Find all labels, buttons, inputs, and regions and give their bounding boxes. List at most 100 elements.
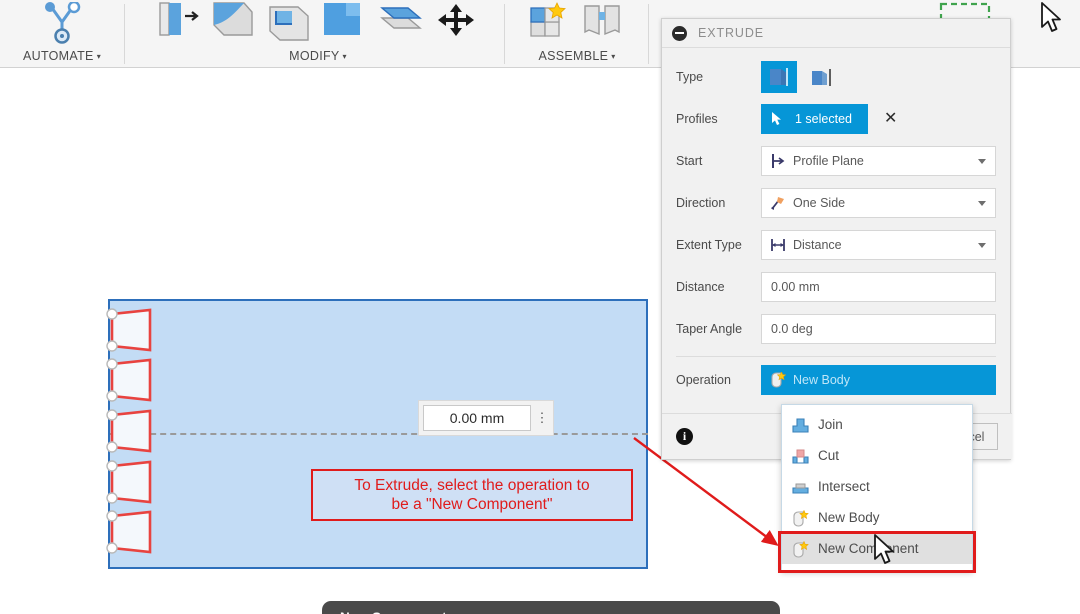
row-profiles: Profiles 1 selected ✕ [676, 98, 996, 140]
new-body-icon [792, 509, 809, 527]
app-window: AUTOMATE ▾ MODIFY ▾ ASSEMBLE ▾ 0.00 mm ⋮… [0, 0, 1080, 614]
press-pull-icon[interactable] [152, 2, 204, 46]
extrude-dialog-title: EXTRUDE [698, 26, 765, 40]
row-type: Type [676, 56, 996, 98]
start-dropdown[interactable]: Profile Plane [761, 146, 996, 176]
toolbar-divider-3 [648, 4, 649, 64]
chevron-down-icon [978, 201, 986, 206]
cut-icon [792, 448, 809, 464]
row-direction: Direction One Side [676, 182, 996, 224]
operation-value: New Body [793, 373, 850, 387]
toolbar-group-modify: MODIFY ▾ [128, 0, 508, 68]
toolbar-divider-2 [504, 4, 505, 64]
row-extent-type: Extent Type Distance [676, 224, 996, 266]
label-extent-type: Extent Type [676, 238, 742, 252]
label-operation: Operation [676, 373, 731, 387]
extent-type-dropdown[interactable]: Distance [761, 230, 996, 260]
joint-icon[interactable] [579, 2, 631, 46]
direction-value: One Side [793, 196, 846, 210]
sketch-tab-4[interactable] [104, 460, 160, 506]
tooltip-title: New Component [340, 610, 762, 614]
sketch-tab-5[interactable] [104, 510, 160, 556]
dropdown-item-new-body-label: New Body [818, 510, 880, 525]
dimension-menu-icon[interactable]: ⋮ [535, 411, 549, 424]
new-body-icon [770, 371, 787, 388]
sketch-tab-2[interactable] [104, 358, 160, 404]
new-component-icon [792, 540, 809, 558]
automate-node-icon[interactable] [36, 0, 88, 46]
row-taper-angle: Taper Angle 0.0 deg [676, 308, 996, 350]
dropdown-item-join[interactable]: Join [782, 409, 972, 440]
modify-icons [144, 0, 492, 46]
dropdown-item-new-component-label: New Component [818, 541, 919, 556]
label-type: Type [676, 70, 704, 84]
shell-icon[interactable] [264, 2, 316, 46]
annotation-callout: To Extrude, select the operation to be a … [311, 469, 633, 521]
automate-label[interactable]: AUTOMATE ▾ [23, 46, 101, 68]
extrude-profile-icon[interactable] [761, 61, 797, 93]
dropdown-item-cut[interactable]: Cut [782, 440, 972, 471]
chevron-down-icon: ▾ [342, 51, 347, 61]
dropdown-item-cut-label: Cut [818, 448, 840, 463]
sketch-tab-3[interactable] [104, 409, 160, 455]
join-icon [792, 417, 809, 433]
label-profiles: Profiles [676, 112, 718, 126]
dropdown-item-intersect-label: Intersect [818, 479, 870, 494]
label-distance: Distance [676, 280, 725, 294]
profiles-value: 1 selected [795, 112, 852, 126]
sketch-centerline [110, 433, 648, 435]
collapse-icon[interactable] [672, 25, 687, 41]
extrude-dialog-header: EXTRUDE [662, 19, 1010, 48]
assemble-icons [515, 0, 639, 46]
chevron-down-icon [978, 243, 986, 248]
dimension-input[interactable]: 0.00 mm [423, 405, 531, 431]
cursor-arrow-icon [873, 534, 899, 573]
info-icon[interactable]: i [676, 428, 693, 445]
hover-tooltip: New Component Creates a new body in the … [322, 601, 780, 614]
distance-icon [770, 237, 786, 253]
one-side-icon [770, 195, 786, 211]
fillet-icon[interactable] [208, 2, 260, 46]
profiles-select-button[interactable]: 1 selected [761, 104, 868, 134]
direction-dropdown[interactable]: One Side [761, 188, 996, 218]
clear-profiles-button[interactable]: ✕ [884, 111, 897, 127]
extrude-taper-icon[interactable] [803, 61, 839, 93]
annotation-callout-text: To Extrude, select the operation to be a … [354, 476, 589, 514]
combine-icon[interactable] [320, 2, 372, 46]
offset-face-icon[interactable] [376, 2, 428, 46]
toolbar-divider-1 [124, 4, 125, 64]
sketch-tab-1[interactable] [104, 308, 160, 354]
row-start: Start Profile Plane [676, 140, 996, 182]
row-operation: Operation New Body [676, 359, 996, 401]
chevron-down-icon: ▾ [611, 51, 616, 61]
intersect-icon [792, 479, 809, 495]
start-value: Profile Plane [793, 154, 864, 168]
distance-input[interactable]: 0.00 mm [761, 272, 996, 302]
chevron-down-icon: ▾ [96, 51, 102, 61]
label-taper-angle: Taper Angle [676, 322, 743, 336]
dimension-manipulator[interactable]: 0.00 mm ⋮ [418, 400, 554, 436]
modify-label[interactable]: MODIFY ▾ [289, 46, 347, 68]
dropdown-item-new-body[interactable]: New Body [782, 502, 972, 533]
operation-dropdown[interactable]: New Body [761, 365, 996, 395]
automate-icons [28, 0, 96, 46]
label-direction: Direction [676, 196, 726, 210]
assemble-label[interactable]: ASSEMBLE ▾ [538, 46, 615, 68]
profile-plane-icon [770, 153, 786, 169]
move-copy-icon[interactable] [432, 2, 484, 46]
dialog-divider [676, 356, 996, 357]
annotation-line-1: To Extrude, select the operation to [354, 477, 590, 494]
label-start: Start [676, 154, 703, 168]
taper-angle-input[interactable]: 0.0 deg [761, 314, 996, 344]
extrude-dialog[interactable]: EXTRUDE Type Profiles 1 selected ✕ Start… [661, 18, 1012, 460]
toolbar-group-assemble: ASSEMBLE ▾ [508, 0, 646, 68]
chevron-down-icon [978, 159, 986, 164]
extrude-dialog-body: Type Profiles 1 selected ✕ Start Profile… [662, 48, 1010, 401]
annotation-line-2: be a "New Component" [391, 496, 553, 513]
dropdown-item-intersect[interactable]: Intersect [782, 471, 972, 502]
cursor-arrow-icon [771, 111, 787, 127]
row-distance: Distance 0.00 mm [676, 266, 996, 308]
new-component-icon[interactable] [523, 2, 575, 46]
cursor-arrow-icon-top [1040, 2, 1066, 41]
extent-type-value: Distance [793, 238, 842, 252]
